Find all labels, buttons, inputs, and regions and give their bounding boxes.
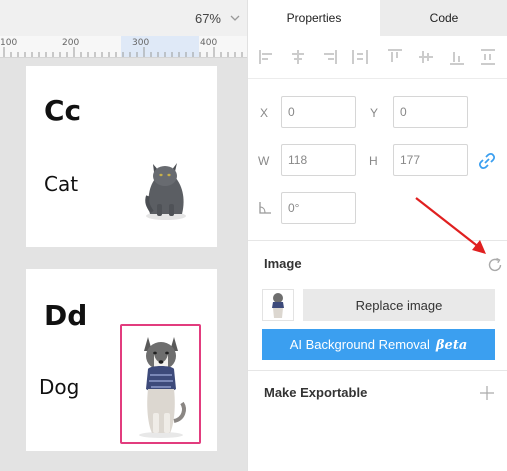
properties-panel: Properties Code X Y W H — [247, 0, 507, 471]
height-input[interactable] — [394, 145, 467, 175]
artboard-cat-card[interactable]: Cc Cat — [26, 66, 217, 247]
replace-image-button[interactable]: Replace image — [303, 289, 495, 321]
align-top-icon[interactable] — [386, 48, 404, 66]
divider — [248, 240, 507, 241]
link-icon[interactable] — [477, 151, 497, 171]
zoom-level[interactable]: 67% — [195, 11, 221, 26]
align-middle-icon[interactable] — [417, 48, 435, 66]
design-canvas[interactable]: 67% 100 200 300 400 Cc Cat Dd Dog — [0, 0, 247, 471]
zoom-bar: 67% — [0, 0, 247, 36]
card-title: Cc — [44, 94, 82, 127]
artboard-dog-card[interactable]: Dd Dog — [26, 269, 217, 451]
align-center-icon[interactable] — [289, 48, 307, 66]
beta-badge: βeta — [435, 337, 468, 353]
align-left-icon[interactable] — [258, 48, 276, 66]
chevron-down-icon[interactable] — [229, 12, 241, 24]
panel-tabs: Properties Code — [248, 0, 507, 36]
card-title: Dd — [44, 299, 88, 332]
y-label: Y — [370, 106, 379, 120]
card-word: Dog — [39, 375, 80, 399]
divider — [248, 78, 507, 79]
ai-button-label: AI Background Removal — [289, 336, 430, 352]
dog-photo-icon[interactable] — [126, 329, 196, 439]
distribute-vertical-icon[interactable] — [479, 48, 497, 66]
y-field[interactable] — [393, 96, 468, 128]
horizontal-ruler: 100 200 300 400 — [0, 36, 247, 58]
divider — [248, 370, 507, 371]
x-field[interactable] — [281, 96, 356, 128]
reset-image-icon[interactable] — [486, 256, 504, 274]
rotation-input[interactable] — [282, 193, 355, 223]
alignment-toolbar — [258, 44, 498, 72]
x-label: X — [260, 106, 269, 120]
tab-properties[interactable]: Properties — [248, 0, 380, 36]
x-input[interactable] — [282, 97, 355, 127]
tab-code[interactable]: Code — [380, 0, 507, 36]
image-section-title: Image — [264, 256, 302, 271]
selected-image-frame[interactable] — [120, 324, 201, 444]
height-field[interactable] — [393, 144, 468, 176]
align-right-icon[interactable] — [320, 48, 338, 66]
height-label: H — [369, 154, 378, 168]
ruler-ticks — [3, 47, 243, 57]
card-word: Cat — [44, 172, 79, 196]
dog-thumbnail-icon — [272, 293, 284, 318]
width-label: W — [258, 154, 270, 168]
image-thumbnail — [262, 289, 294, 321]
align-bottom-icon[interactable] — [448, 48, 466, 66]
make-exportable-title: Make Exportable — [264, 385, 368, 400]
distribute-horizontal-icon[interactable] — [351, 48, 369, 66]
width-field[interactable] — [281, 144, 356, 176]
width-input[interactable] — [282, 145, 355, 175]
ai-background-removal-button[interactable]: AI Background Removal βeta — [262, 329, 495, 360]
rotation-angle-icon — [259, 202, 271, 214]
cat-photo-icon[interactable] — [142, 146, 190, 222]
y-input[interactable] — [394, 97, 467, 127]
plus-icon[interactable] — [479, 385, 495, 401]
rotation-field[interactable] — [281, 192, 356, 224]
